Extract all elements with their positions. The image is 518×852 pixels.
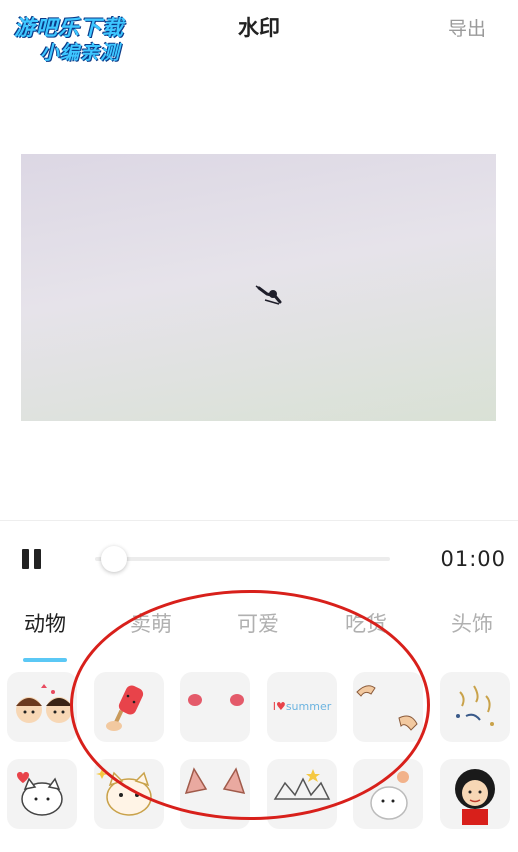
tab-headwear[interactable]: 头饰: [437, 608, 507, 638]
pause-button[interactable]: [22, 549, 42, 569]
time-display: 01:00: [440, 547, 506, 571]
video-preview[interactable]: [21, 154, 496, 421]
blush-icon: [188, 694, 244, 706]
girl-icon: [455, 769, 495, 825]
skier-figure: [255, 285, 282, 305]
tab-cute[interactable]: 卖萌: [116, 608, 186, 638]
heart-icon: I♥: [272, 700, 286, 713]
kids-icon: [16, 684, 72, 723]
hands-sticker[interactable]: [353, 672, 423, 742]
cat-ears-icon: [184, 767, 246, 794]
watermark-line2: 小编亲测: [40, 42, 121, 64]
crown-sticker[interactable]: [267, 759, 337, 829]
confetti-icon: [456, 685, 494, 726]
progress-track[interactable]: [95, 557, 390, 561]
pause-icon: [22, 549, 29, 569]
rabbit-icon: [370, 771, 409, 820]
cat-hearts-sticker[interactable]: [7, 759, 77, 829]
watermelon-icon: [106, 685, 144, 731]
hands-icon: [356, 685, 418, 731]
page-title: 水印: [238, 16, 280, 40]
cat-face-sticker[interactable]: [94, 759, 164, 829]
top-bar: 游吧乐下载 小编亲测 水印 导出: [0, 0, 518, 64]
kids-sticker[interactable]: [7, 672, 77, 742]
girl-sticker[interactable]: [440, 759, 510, 829]
cat-face-icon: [96, 769, 152, 816]
rabbit-sticker[interactable]: [353, 759, 423, 829]
pause-icon-bar: [34, 549, 41, 569]
progress-thumb[interactable]: [101, 546, 127, 572]
watermelon-popsicle-sticker[interactable]: [94, 672, 164, 742]
export-button[interactable]: 导出: [448, 14, 486, 41]
cat-hearts-icon: [17, 772, 63, 816]
tab-lovely[interactable]: 可爱: [223, 608, 293, 638]
blush-cheeks-sticker[interactable]: [180, 672, 250, 742]
tab-indicator: [23, 658, 67, 662]
cat-ears-sticker[interactable]: [180, 759, 250, 829]
summer-text-sticker[interactable]: I♥summer: [267, 672, 337, 742]
category-tabs: 动物 卖萌 可爱 吃货 头饰: [0, 608, 518, 658]
tab-foodie[interactable]: 吃货: [331, 608, 401, 638]
confetti-sticker[interactable]: [440, 672, 510, 742]
summer-text: I♥summer: [272, 700, 332, 713]
tab-animal[interactable]: 动物: [10, 608, 80, 638]
crown-icon: [273, 769, 331, 800]
